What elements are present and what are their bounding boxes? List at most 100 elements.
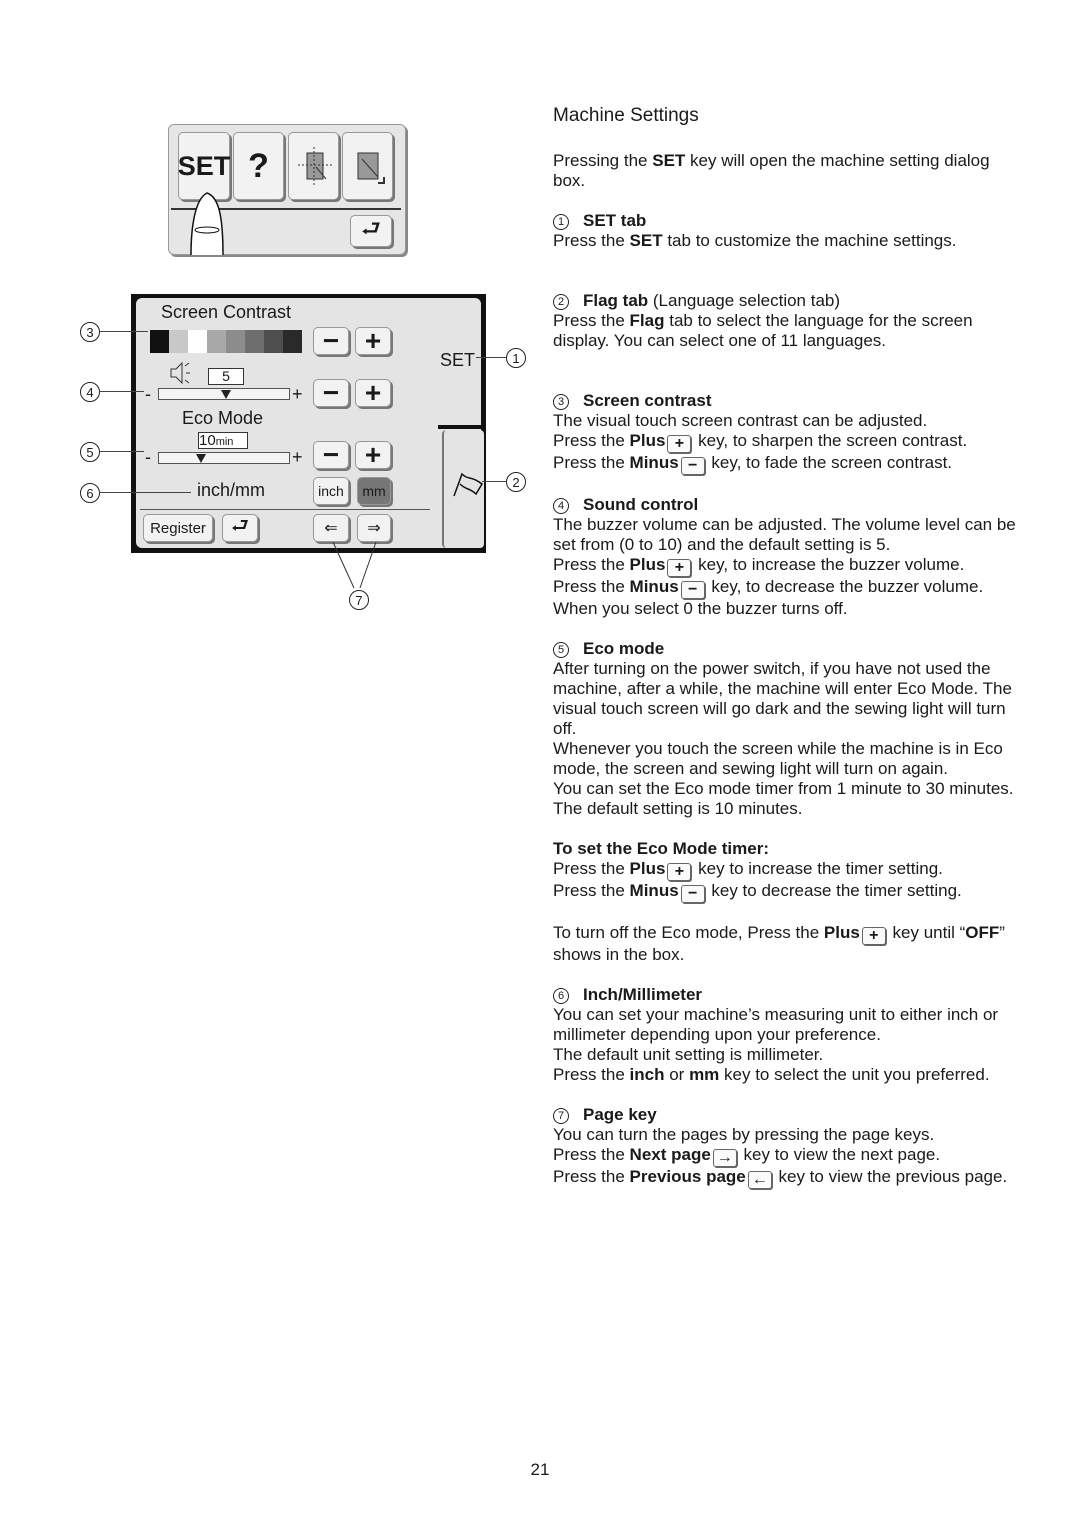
text-run: Press the [553, 453, 630, 472]
eco-timer-value: 10min [198, 432, 248, 449]
text-run: key, to fade the screen contrast. [706, 453, 953, 472]
paragraph: The visual touch screen contrast can be … [553, 411, 1023, 431]
section-heading: 3 Screen contrast [553, 391, 1023, 411]
eco-minus-button[interactable]: − [313, 441, 349, 469]
text-run: key until “ [887, 923, 966, 942]
text-column: Machine Settings Pressing the SET key wi… [553, 104, 1023, 1209]
leader-line [99, 451, 144, 452]
callout-number: 4 [553, 498, 569, 514]
paragraph: Press the Flag tab to select the languag… [553, 311, 1023, 351]
next-page-button[interactable]: ⇒ [357, 514, 391, 542]
tab-divider [438, 425, 482, 429]
set-tab[interactable]: SET [440, 350, 475, 371]
text-run: You can turn the pages by pressing the p… [553, 1125, 935, 1144]
text-run: key, to sharpen the screen contrast. [693, 431, 968, 450]
position-key[interactable] [288, 132, 339, 200]
contrast-swatch [283, 330, 302, 353]
leader-line [99, 492, 191, 493]
text-section: To turn off the Eco mode, Press the Plus… [553, 923, 1023, 965]
volume-plus-button[interactable]: + [355, 379, 391, 407]
text-section: Pressing the SET key will open the machi… [553, 151, 1023, 191]
eco-unit: min [215, 436, 234, 448]
paragraph: Whenever you touch the screen while the … [553, 739, 1023, 779]
text-run: or [664, 1065, 690, 1084]
eco-mode-label: Eco Mode [182, 408, 264, 428]
eco-plus-button[interactable]: + [355, 441, 391, 469]
contrast-swatch [188, 330, 207, 353]
inch-button[interactable]: inch [313, 477, 349, 505]
help-key[interactable]: ? [233, 132, 284, 200]
text-run: inch [629, 1065, 665, 1084]
text-section: 6 Inch/Millimeter You can set your machine… [553, 985, 1023, 1085]
text-run: Press the [553, 311, 630, 330]
page-number: 21 [530, 1460, 550, 1479]
paragraph: Press the Minus − key, to fade the screen… [553, 453, 1023, 475]
eco-minutes: 10 [199, 432, 216, 449]
text-run: key, to increase the buzzer volume. [693, 555, 965, 574]
inline-key-icon: + [861, 927, 886, 945]
speaker-icon [170, 361, 190, 385]
section-title: Machine Settings [553, 105, 699, 126]
text-run: key to view the previous page. [773, 1167, 1008, 1186]
text-section: 5 Eco mode After turning on the power swit… [553, 639, 1023, 819]
volume-minus-button[interactable]: − [313, 379, 349, 407]
section-heading: 1 SET tab [553, 211, 1023, 231]
inline-key-icon: − [680, 885, 705, 903]
panel-divider [140, 509, 430, 510]
text-run: SET [652, 151, 686, 170]
text-run: tab to customize the machine settings. [662, 231, 957, 250]
contrast-swatch [169, 330, 188, 353]
paragraph: Pressing the SET key will open the machi… [553, 151, 1023, 191]
section-heading: 4 Sound control [553, 495, 1023, 515]
callout-number: 7 [553, 1108, 569, 1124]
text-run: To turn off the Eco mode, Press the [553, 923, 824, 942]
callout-number: 5 [553, 642, 569, 658]
text-run: When you select 0 the buzzer turns off. [553, 599, 848, 618]
section-heading: 7 Page key [553, 1105, 1023, 1125]
text-run: Flag tab [583, 291, 649, 310]
volume-slider-handle[interactable] [221, 390, 231, 399]
callout-6: 6 [80, 483, 100, 503]
text-run: key to view the next page. [738, 1145, 941, 1164]
return-key[interactable]: ⮐ [350, 215, 392, 247]
text-run: The visual touch screen contrast can be … [553, 411, 928, 430]
text-run: SET [629, 231, 663, 250]
text-run: Plus [629, 859, 666, 878]
mm-button[interactable]: mm [357, 477, 391, 505]
volume-minus-sign: - [145, 384, 151, 404]
menu-panel: SET ? ⮐ [168, 124, 406, 256]
contrast-plus-button[interactable]: + [355, 327, 391, 355]
previous-page-button[interactable]: ⇐ [313, 514, 349, 542]
callout-number: 3 [553, 394, 569, 410]
paragraph: You can turn the pages by pressing the p… [553, 1125, 1023, 1145]
text-run: key, to decrease the buzzer volume. [706, 577, 984, 596]
text-run: The buzzer volume can be adjusted. The v… [553, 515, 1016, 554]
inline-key-icon: → [712, 1149, 737, 1167]
contrast-minus-button[interactable]: − [313, 327, 349, 355]
text-run: OFF [965, 923, 1000, 942]
eco-slider-handle[interactable] [196, 454, 206, 463]
text-run: Press the [553, 881, 630, 900]
text-run: Press the [553, 431, 630, 450]
contrast-swatch [245, 330, 264, 353]
text-run: You can set the Eco mode timer from 1 mi… [553, 779, 1014, 818]
paragraph: You can set your machine’s measuring uni… [553, 1005, 1023, 1045]
resize-key[interactable] [342, 132, 393, 200]
section-heading: 6 Inch/Millimeter [553, 985, 1023, 1005]
contrast-swatch [207, 330, 226, 353]
contrast-swatch [226, 330, 245, 353]
next-page-icon: ⇒ [367, 520, 381, 537]
flag-tab[interactable] [442, 430, 484, 548]
return-button[interactable]: ⮐ [222, 514, 258, 542]
eco-slider[interactable] [158, 452, 290, 464]
text-run: Press the [553, 231, 630, 250]
paragraph: Press the inch or mm key to select the u… [553, 1065, 1023, 1085]
text-run: After turning on the power switch, if yo… [553, 659, 1012, 738]
leader-lines-7 [332, 541, 377, 589]
inline-key-icon: + [667, 863, 692, 881]
text-run: To set the Eco Mode timer: [553, 839, 769, 858]
callout-7: 7 [349, 590, 369, 610]
callout-1: 1 [506, 348, 526, 368]
inline-key-icon: + [667, 435, 692, 453]
register-button[interactable]: Register [143, 514, 213, 542]
